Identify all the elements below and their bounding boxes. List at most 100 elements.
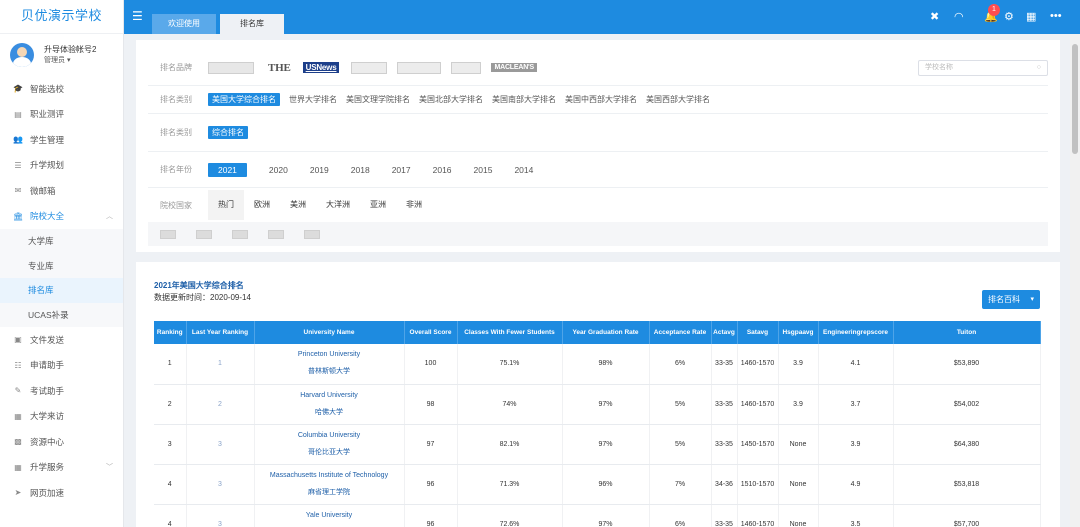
- sidebar-item[interactable]: ▣ 文件发送: [0, 327, 123, 353]
- sidebar-subitem[interactable]: UCAS补录: [0, 302, 123, 327]
- university-link-cn[interactable]: 哥伦比亚大学: [255, 447, 404, 459]
- table-row[interactable]: 4 3 Massachusetts Institute of Technology 麻…: [154, 464, 1041, 505]
- column-header[interactable]: Engineeringrepscore: [818, 321, 894, 344]
- sidebar-subitem[interactable]: 大学库: [0, 229, 123, 254]
- category-option[interactable]: 美国北部大学排名: [419, 94, 483, 105]
- column-header[interactable]: Overall Score: [404, 321, 458, 344]
- country-tab[interactable]: 欧洲: [244, 190, 280, 220]
- country-tab[interactable]: 美洲: [280, 190, 316, 220]
- table-cell: 3.7: [818, 384, 894, 425]
- year-option[interactable]: 2021: [208, 162, 247, 177]
- year-option[interactable]: 2016: [433, 165, 452, 175]
- country-tab[interactable]: 非洲: [396, 190, 432, 220]
- brand-macleans[interactable]: MACLEAN'S: [491, 63, 537, 72]
- sidebar-item[interactable]: ▩ 资源中心: [0, 429, 123, 455]
- table-cell: 97%: [562, 384, 650, 425]
- column-header[interactable]: Hsgpaavg: [778, 321, 819, 344]
- column-header[interactable]: Year Graduation Rate: [562, 321, 650, 344]
- column-header[interactable]: Actavg: [711, 321, 738, 344]
- university-link[interactable]: Harvard University: [255, 390, 404, 402]
- sidebar-item[interactable]: 🏛 院校大全 ︿: [0, 204, 123, 230]
- column-header[interactable]: Acceptance Rate: [649, 321, 712, 344]
- university-link-cn[interactable]: 哈佛大学: [255, 407, 404, 419]
- sidebar-item[interactable]: 🎓 智能选校: [0, 76, 123, 102]
- search-input[interactable]: 学校名称 ○: [918, 60, 1048, 76]
- calendar-icon[interactable]: ▦: [1026, 10, 1036, 23]
- scrollbar-thumb[interactable]: [1072, 44, 1078, 154]
- year-option[interactable]: 2020: [269, 165, 288, 175]
- search-icon[interactable]: ○: [1037, 61, 1041, 75]
- brand-logo-university-guide[interactable]: [397, 61, 442, 74]
- gear-icon[interactable]: ⚙: [1004, 10, 1014, 23]
- country-tab[interactable]: 热门: [208, 190, 244, 220]
- year-option[interactable]: 2017: [392, 165, 411, 175]
- sidebar-item[interactable]: ➤ 网页加速: [0, 480, 123, 506]
- flag-canada-icon[interactable]: [268, 229, 284, 239]
- user-profile[interactable]: 升导体验帐号2 管理员 ▾: [0, 34, 123, 76]
- sidebar-item[interactable]: ✎ 考试助手: [0, 378, 123, 404]
- sidebar-item[interactable]: ▦ 大学来访: [0, 404, 123, 430]
- flag-newzealand-icon[interactable]: [304, 229, 320, 239]
- table-row[interactable]: 1 1 Princeton University 普林斯顿大学 100 75.1% 98% 6…: [154, 344, 1041, 385]
- column-header[interactable]: Last Year Ranking: [186, 321, 255, 344]
- column-header[interactable]: Classes With Fewer Students: [457, 321, 563, 344]
- table-row[interactable]: 43Yale University耶鲁大学9672.6%97%6%33-3514…: [154, 504, 1041, 527]
- university-link[interactable]: Columbia University: [255, 430, 404, 442]
- university-link-cn[interactable]: 普林斯顿大学: [255, 366, 404, 378]
- sidebar-item[interactable]: ☰ 升学规划: [0, 153, 123, 179]
- brand-logo-times[interactable]: [208, 61, 254, 74]
- university-link[interactable]: Princeton University: [255, 349, 404, 361]
- category-option[interactable]: 美国大学综合排名: [208, 93, 280, 106]
- sidebar-subitem[interactable]: 排名库: [0, 278, 123, 303]
- more-icon[interactable]: •••: [1050, 10, 1062, 22]
- university-link[interactable]: Massachusetts Institute of Technology: [255, 470, 404, 482]
- year-option[interactable]: 2014: [514, 165, 533, 175]
- table-cell: 75.1%: [457, 344, 563, 385]
- tab-ranking[interactable]: 排名库: [220, 14, 284, 34]
- chevron-up-icon[interactable]: ︿: [106, 211, 113, 221]
- flag-us-icon[interactable]: [196, 229, 212, 239]
- close-circle-icon[interactable]: ✖: [930, 10, 939, 23]
- school-logo[interactable]: 贝优演示学校: [0, 0, 123, 34]
- column-header[interactable]: University Name: [254, 321, 405, 344]
- category-option[interactable]: 美国文理学院排名: [346, 94, 410, 105]
- sidebar-subitem[interactable]: 专业库: [0, 253, 123, 278]
- year-option[interactable]: 2015: [474, 165, 493, 175]
- chevron-down-icon[interactable]: ﹀: [106, 462, 113, 472]
- avatar[interactable]: [10, 43, 34, 67]
- page-scrollbar[interactable]: [1070, 34, 1080, 527]
- type-option[interactable]: 综合排名: [208, 126, 248, 139]
- user-role-dropdown[interactable]: 管理员 ▾: [44, 55, 96, 66]
- flag-uk-icon[interactable]: [160, 229, 176, 239]
- sidebar-item[interactable]: ▤ 职业测评: [0, 102, 123, 128]
- brand-the[interactable]: THE: [268, 62, 291, 74]
- country-tab[interactable]: 亚洲: [360, 190, 396, 220]
- category-option[interactable]: 世界大学排名: [289, 94, 337, 105]
- wifi-icon[interactable]: ◠: [954, 10, 964, 23]
- column-header[interactable]: Tuiton: [893, 321, 1041, 344]
- year-option[interactable]: 2018: [351, 165, 370, 175]
- flag-australia-icon[interactable]: [232, 229, 248, 239]
- brand-logo-guardian[interactable]: [451, 61, 482, 74]
- table-cell: 6%: [649, 344, 712, 385]
- category-option[interactable]: 美国中西部大学排名: [565, 94, 637, 105]
- table-row[interactable]: 3 3 Columbia University 哥伦比亚大学 97 82.1% 97% 5% 3…: [154, 424, 1041, 465]
- university-link-cn[interactable]: 麻省理工学院: [255, 487, 404, 499]
- column-header[interactable]: Ranking: [154, 321, 187, 344]
- table-row[interactable]: 2 2 Harvard University 哈佛大学 98 74% 97% 5% 33-35 1…: [154, 384, 1041, 425]
- sidebar-item[interactable]: ✉ 微邮箱: [0, 178, 123, 204]
- tab-welcome[interactable]: 欢迎使用: [152, 14, 216, 34]
- sidebar-item[interactable]: ☷ 申请助手: [0, 353, 123, 379]
- year-option[interactable]: 2019: [310, 165, 329, 175]
- brand-logo-qs[interactable]: [351, 61, 388, 74]
- university-link[interactable]: Yale University: [255, 510, 404, 522]
- menu-toggle-icon[interactable]: ☰: [132, 9, 143, 23]
- category-option[interactable]: 美国南部大学排名: [492, 94, 556, 105]
- sidebar-item[interactable]: 👥 学生管理: [0, 127, 123, 153]
- country-tab[interactable]: 大洋洲: [316, 190, 360, 220]
- column-header[interactable]: Satavg: [737, 321, 779, 344]
- ranking-encyclopedia-dropdown[interactable]: 排名百科 ▾: [982, 290, 1040, 309]
- brand-usnews[interactable]: USNews: [302, 62, 340, 73]
- category-option[interactable]: 美国西部大学排名: [646, 94, 710, 105]
- sidebar-item[interactable]: ▦ 升学服务 ﹀: [0, 455, 123, 481]
